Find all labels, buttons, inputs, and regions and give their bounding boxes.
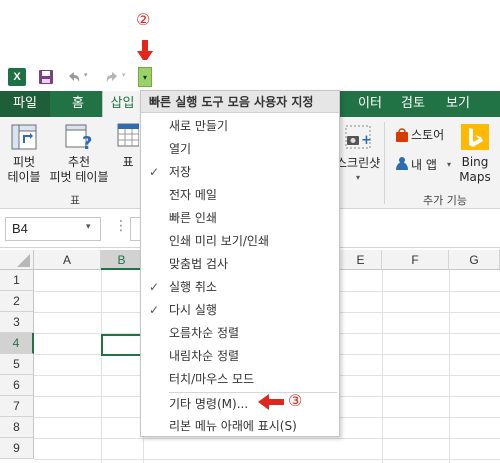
column-header-f[interactable]: F xyxy=(382,250,449,270)
menu-item-print-preview[interactable]: 인쇄 미리 보기/인쇄 xyxy=(141,230,339,252)
recommended-pivot-label-line1: 추천 xyxy=(67,155,91,169)
menu-item-show-below-ribbon[interactable]: 리본 메뉴 아래에 표시(S) xyxy=(141,415,339,437)
name-box-dropdown-icon[interactable]: ▾ xyxy=(86,222,91,232)
row-header-6[interactable]: 6 xyxy=(0,375,34,396)
menu-item-label: 빠른 인쇄 xyxy=(169,211,217,225)
annotation-step-2: ② xyxy=(136,10,151,29)
bing-maps-label-line2: Maps xyxy=(459,170,491,184)
excel-logo-icon: X xyxy=(8,68,26,86)
customize-qat-dropdown-button[interactable]: ▾ xyxy=(138,67,152,87)
bing-maps-label-line1: Bing xyxy=(461,155,489,169)
recommended-pivot-icon: ? xyxy=(65,124,92,151)
checkmark-icon: ✓ xyxy=(149,280,160,294)
tab-home[interactable]: 홈 xyxy=(60,91,96,117)
menu-item-label: 기타 명령(M)... xyxy=(169,397,249,411)
annotation-step-3: ③ xyxy=(288,391,303,410)
store-icon xyxy=(396,128,408,142)
menu-item-label: 열기 xyxy=(169,142,192,156)
menu-item-sort-ascending[interactable]: 오름차순 정렬 xyxy=(141,322,339,344)
row-header-3[interactable]: 3 xyxy=(0,312,34,333)
menu-item-label: 다시 실행 xyxy=(169,303,217,317)
my-apps-button[interactable]: 내 앱 xyxy=(411,158,437,173)
gridline xyxy=(34,459,500,460)
screenshot-dropdown-icon[interactable]: ▾ xyxy=(356,173,360,182)
annotation-arrow-left-icon xyxy=(258,394,284,410)
menu-item-email[interactable]: 전자 메일 xyxy=(141,184,339,206)
menu-item-more-commands[interactable]: 기타 명령(M)... xyxy=(141,393,339,415)
gridline xyxy=(101,270,102,463)
recommended-pivot-label-line2: 피벗 테이블 xyxy=(49,170,109,184)
undo-icon[interactable] xyxy=(66,70,82,84)
menu-item-quick-print[interactable]: 빠른 인쇄 xyxy=(141,207,339,229)
select-all-corner[interactable] xyxy=(0,250,34,270)
row-header-4[interactable]: 4 xyxy=(0,333,34,354)
menu-item-touch-mode[interactable]: 터치/마우스 모드 xyxy=(141,368,339,390)
menu-title: 빠른 실행 도구 모음 사용자 지정 xyxy=(141,91,339,113)
menu-item-label: 실행 취소 xyxy=(169,280,217,294)
bing-maps-button[interactable]: Bing Maps xyxy=(455,155,495,185)
menu-item-sort-descending[interactable]: 내림차순 정렬 xyxy=(141,345,339,367)
pivot-table-button[interactable]: 피벗 테이블 xyxy=(4,155,44,185)
menu-item-label: 오름차순 정렬 xyxy=(169,326,240,340)
my-apps-dropdown-icon[interactable]: ▾ xyxy=(447,160,451,169)
customize-qat-menu: 빠른 실행 도구 모음 사용자 지정 새로 만들기 열기 ✓ 저장 전자 메일 … xyxy=(140,90,340,437)
menu-item-label: 저장 xyxy=(169,165,192,179)
menu-item-label: 터치/마우스 모드 xyxy=(169,372,255,386)
pivot-table-label-line1: 피벗 xyxy=(12,155,36,169)
gridline xyxy=(449,270,450,463)
undo-dropdown-icon[interactable]: ▾ xyxy=(84,71,88,79)
formula-bar-grip-icon: ⋮ xyxy=(114,218,128,234)
tables-group-label: 표 xyxy=(69,194,81,207)
menu-item-save[interactable]: ✓ 저장 xyxy=(141,161,339,183)
menu-item-undo[interactable]: ✓ 실행 취소 xyxy=(141,276,339,298)
svg-text:?: ? xyxy=(82,133,92,151)
checkmark-icon: ✓ xyxy=(149,165,160,179)
column-header-a[interactable]: A xyxy=(34,250,101,270)
column-header-g[interactable]: G xyxy=(449,250,500,270)
checkmark-icon: ✓ xyxy=(149,303,160,317)
screenshot-icon: + xyxy=(345,125,372,149)
redo-icon[interactable] xyxy=(104,70,120,84)
row-header-1[interactable]: 1 xyxy=(0,270,34,291)
menu-item-label: 인쇄 미리 보기/인쇄 xyxy=(169,234,269,248)
svg-text:+: + xyxy=(361,133,372,148)
gridline xyxy=(382,270,383,463)
recommended-pivot-button[interactable]: 추천 피벗 테이블 xyxy=(44,155,114,185)
pivot-table-icon xyxy=(11,124,37,150)
menu-item-spelling[interactable]: 맞춤법 검사 xyxy=(141,253,339,275)
row-header-8[interactable]: 8 xyxy=(0,417,34,438)
menu-item-label: 새로 만들기 xyxy=(169,119,229,133)
column-header-b[interactable]: B xyxy=(101,250,143,270)
my-apps-icon xyxy=(396,157,408,170)
pivot-table-label-line2: 테이블 xyxy=(7,170,41,184)
bing-maps-icon xyxy=(461,124,489,150)
save-icon[interactable] xyxy=(38,69,54,85)
menu-item-open[interactable]: 열기 xyxy=(141,138,339,160)
menu-item-label: 리본 메뉴 아래에 표시(S) xyxy=(169,419,297,433)
screenshot-button[interactable]: 스크린샷 xyxy=(336,156,380,171)
tab-insert[interactable]: 삽입 xyxy=(102,91,142,117)
menu-item-label: 내림차순 정렬 xyxy=(169,349,240,363)
addins-group-label: 추가 기능 xyxy=(423,194,467,207)
column-header-e[interactable]: E xyxy=(340,250,382,270)
table-icon xyxy=(117,123,139,147)
tab-review[interactable]: 검토 xyxy=(393,91,433,117)
row-header-5[interactable]: 5 xyxy=(0,354,34,375)
menu-item-new[interactable]: 새로 만들기 xyxy=(141,115,339,137)
selected-cell-b4[interactable] xyxy=(101,334,143,356)
tab-data[interactable]: 이터 xyxy=(350,91,390,117)
redo-dropdown-icon[interactable]: ▾ xyxy=(122,71,126,79)
tab-file[interactable]: 파일 xyxy=(0,91,50,117)
table-button[interactable]: 표 xyxy=(119,155,137,170)
row-header-9[interactable]: 9 xyxy=(0,438,34,459)
gridline xyxy=(34,438,500,439)
ribbon-separator xyxy=(384,122,385,204)
row-header-2[interactable]: 2 xyxy=(0,291,34,312)
tab-view[interactable]: 보기 xyxy=(438,91,478,117)
menu-item-label: 맞춤법 검사 xyxy=(169,257,229,271)
menu-item-redo[interactable]: ✓ 다시 실행 xyxy=(141,299,339,321)
row-header-7[interactable]: 7 xyxy=(0,396,34,417)
menu-item-label: 전자 메일 xyxy=(169,188,217,202)
store-button[interactable]: 스토어 xyxy=(411,128,444,143)
